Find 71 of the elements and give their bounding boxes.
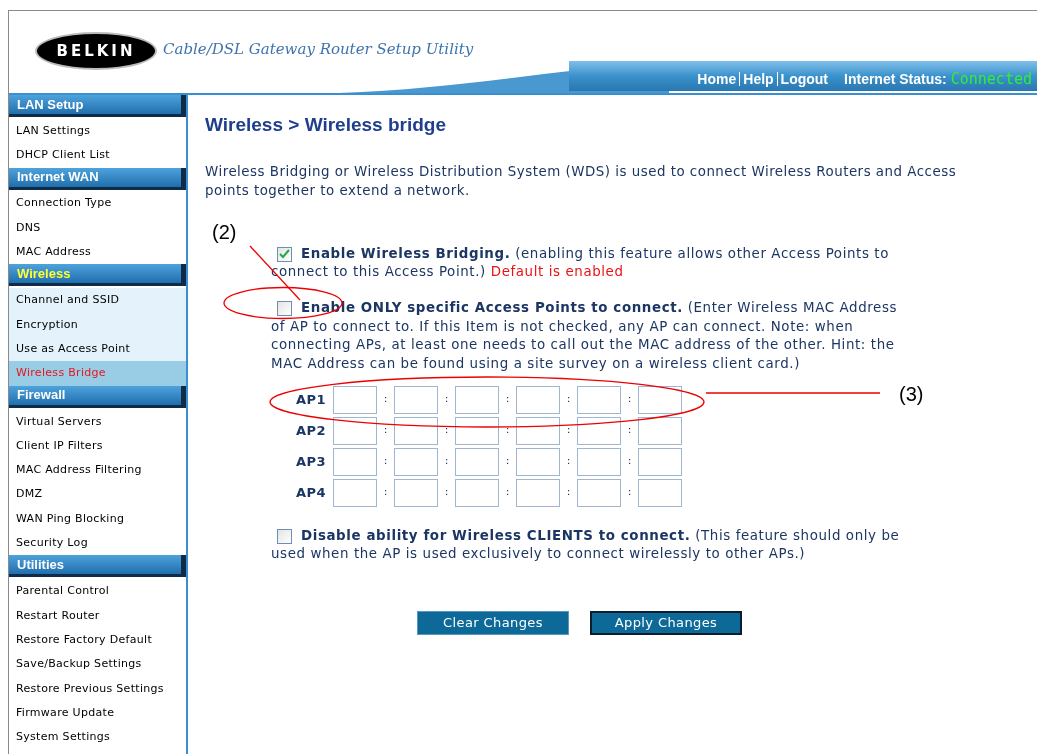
colon-separator: : <box>626 484 633 501</box>
section-header[interactable]: LAN Setup <box>9 95 186 117</box>
mac-input[interactable] <box>394 385 438 414</box>
colon-separator: : <box>626 453 633 470</box>
section-header[interactable]: Internet WAN <box>9 167 186 190</box>
callout-label: (2) <box>212 220 237 245</box>
sidebar-item[interactable]: Encryption <box>9 312 186 338</box>
colon-separator: : <box>443 453 450 470</box>
mac-input[interactable] <box>455 416 499 445</box>
colon-separator: : <box>443 391 450 408</box>
colon-separator: : <box>565 453 572 470</box>
mac-input[interactable] <box>394 447 438 476</box>
status-label: Internet Status: <box>844 69 947 89</box>
ap-label: AP2 <box>295 421 328 440</box>
header-link[interactable]: Help <box>743 72 778 87</box>
colon-separator: : <box>443 484 450 501</box>
ap-label: AP4 <box>295 483 328 502</box>
mac-input[interactable] <box>638 416 682 445</box>
colon-separator: : <box>382 484 389 501</box>
ap-label: AP1 <box>295 390 328 409</box>
mac-input[interactable] <box>394 478 438 507</box>
mac-input[interactable] <box>577 478 621 507</box>
colon-separator: : <box>382 391 389 408</box>
section-header[interactable]: Utilities <box>9 555 186 578</box>
mac-input[interactable] <box>333 385 377 414</box>
mac-input[interactable] <box>516 416 560 445</box>
mac-input[interactable] <box>577 385 621 414</box>
mac-input[interactable] <box>333 416 377 445</box>
mac-input[interactable] <box>455 447 499 476</box>
colon-separator: : <box>382 422 389 439</box>
mac-input[interactable] <box>638 385 682 414</box>
colon-separator: : <box>443 422 450 439</box>
check-icon <box>279 249 290 259</box>
mac-input[interactable] <box>333 478 377 507</box>
mac-input[interactable] <box>516 447 560 476</box>
mac-input[interactable] <box>455 385 499 414</box>
mac-input[interactable] <box>516 478 560 507</box>
action-button[interactable]: Clear Changes <box>417 611 569 636</box>
tagline: Cable/DSL Gateway Router Setup Utility <box>163 39 474 60</box>
ap-label: AP3 <box>295 452 328 471</box>
colon-separator: : <box>565 484 572 501</box>
callout-label: (3) <box>899 382 924 407</box>
status-value: Connected <box>950 69 1032 90</box>
mac-input[interactable] <box>455 478 499 507</box>
checkbox-option[interactable]: Disable ability for Wireless CLIENTS to connect. (This feature should only be used when the AP is used exclusively to connect wirelessly to other APs.) <box>271 526 901 565</box>
mac-input[interactable] <box>333 447 377 476</box>
colon-separator: : <box>565 391 572 408</box>
mac-input[interactable] <box>516 385 560 414</box>
colon-separator: : <box>504 484 511 501</box>
logo: BELKIN <box>35 32 157 70</box>
mac-input[interactable] <box>638 478 682 507</box>
mac-input[interactable] <box>638 447 682 476</box>
colon-separator: : <box>382 453 389 470</box>
section-header[interactable]: Firewall <box>9 385 186 408</box>
action-button[interactable]: Apply Changes <box>590 611 742 636</box>
header-link[interactable]: Logout <box>780 72 829 87</box>
mac-input[interactable] <box>577 447 621 476</box>
page-title: Wireless > Wireless bridge <box>205 113 447 137</box>
colon-separator: : <box>504 453 511 470</box>
colon-separator: : <box>626 391 633 408</box>
header-link[interactable]: Home <box>697 72 741 87</box>
mac-input[interactable] <box>577 416 621 445</box>
sidebar-item[interactable]: Channel and SSID <box>9 288 186 313</box>
colon-separator: : <box>504 422 511 439</box>
section-header[interactable]: Wireless <box>9 264 186 287</box>
mac-input[interactable] <box>394 416 438 445</box>
colon-separator: : <box>504 391 511 408</box>
sidebar-item[interactable]: Use as Access Point <box>9 337 186 362</box>
colon-separator: : <box>626 422 633 439</box>
colon-separator: : <box>565 422 572 439</box>
description: Wireless Bridging or Wireless Distribution System (WDS) is used to connect Wireless Routers and Access points together to extend a network. <box>205 162 958 200</box>
